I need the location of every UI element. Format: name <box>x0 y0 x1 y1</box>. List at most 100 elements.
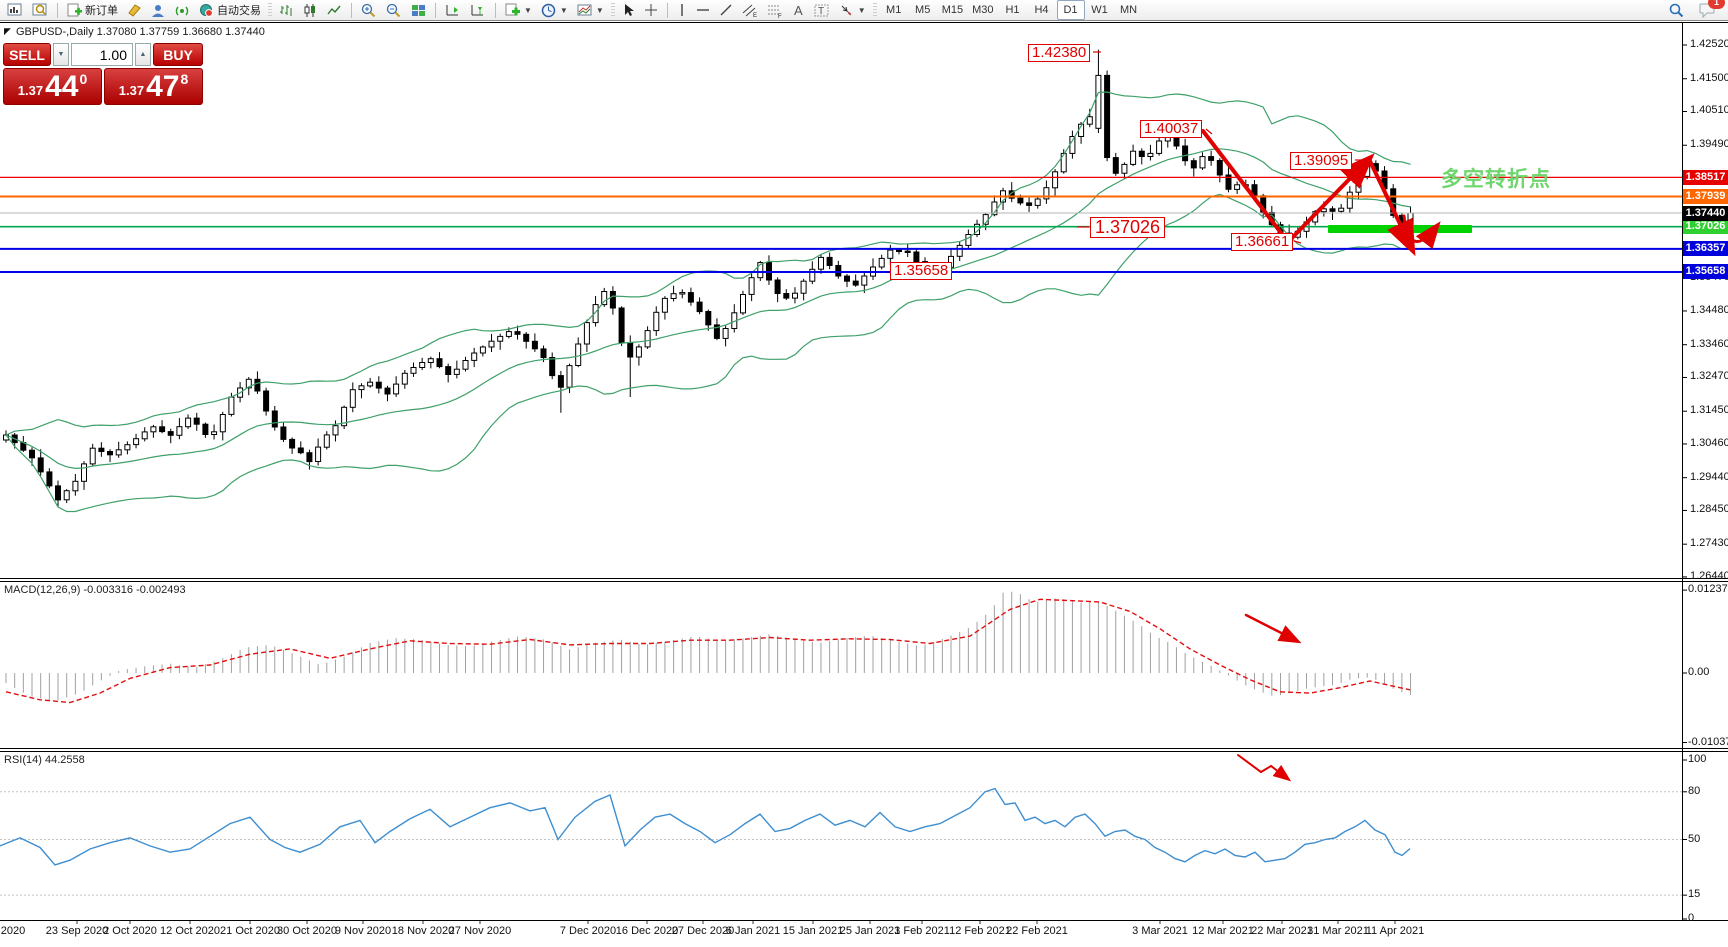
svg-text:A: A <box>794 3 803 17</box>
rsi-level-80: 80 <box>1688 784 1701 797</box>
new-chart-button[interactable] <box>3 0 27 20</box>
volume-increase-button[interactable]: ▲ <box>135 43 151 66</box>
dropdown-caret-icon: ▼ <box>595 5 604 15</box>
text-label-tool[interactable]: T <box>810 0 834 20</box>
signals-icon <box>175 6 189 15</box>
price-annotation-142380[interactable]: 1.42380 <box>1028 44 1091 62</box>
vertical-line-icon <box>681 4 683 16</box>
tile-windows-button[interactable] <box>407 0 430 20</box>
price-tag-1.35658: 1.35658 <box>1683 264 1728 280</box>
volume-input[interactable] <box>71 43 133 66</box>
date-tick: 23 Sep 2020 <box>45 925 109 937</box>
fibonacci-tool[interactable]: F <box>763 0 787 20</box>
indicators-icon <box>505 3 520 15</box>
price-annotation-135658[interactable]: 1.35658 <box>890 262 953 280</box>
price-axis-1.27430: 1.27430 <box>1690 537 1728 550</box>
date-tick: 12 Feb 2021 <box>949 925 1011 937</box>
notification-badge: 1 <box>1708 0 1725 9</box>
zoom-in-button[interactable] <box>357 0 381 20</box>
buy-price-button[interactable]: 1.37 47 8 <box>104 68 203 105</box>
price-axis-1.31450: 1.31450 <box>1690 404 1728 417</box>
sell-price-prefix: 1.37 <box>17 83 44 98</box>
tf-w1[interactable]: W1 <box>1086 0 1114 20</box>
new-order-button[interactable]: 新订单 <box>63 0 122 20</box>
auto-scroll-button[interactable] <box>441 0 465 20</box>
profiles-button[interactable] <box>28 0 52 20</box>
buy-button[interactable]: BUY <box>153 43 203 66</box>
sell-button[interactable]: SELL <box>3 43 51 66</box>
volume-decrease-button[interactable]: ▼ <box>53 43 69 66</box>
price-axis-1.29440: 1.29440 <box>1690 470 1728 483</box>
price-axis-1.34480: 1.34480 <box>1690 303 1728 316</box>
search-button[interactable] <box>1664 0 1689 20</box>
chart-shift-icon <box>471 4 483 15</box>
tf-m30[interactable]: M30 <box>968 0 997 20</box>
date-tick: 30 Oct 2020 <box>277 925 337 937</box>
crosshair-icon <box>644 4 657 16</box>
date-tick: 22 Feb 2021 <box>1006 925 1068 937</box>
arrows-tool[interactable]: ▼ <box>835 0 870 20</box>
date-tick: 21 Oct 2020 <box>220 925 280 937</box>
clock-icon <box>541 3 556 17</box>
pivot-annotation-text[interactable]: 多空转折点 <box>1441 163 1551 193</box>
autotrading-button[interactable]: 自动交易 <box>195 0 265 20</box>
price-axis-1.40510: 1.40510 <box>1690 104 1728 117</box>
buy-price-big: 47 <box>146 70 180 103</box>
price-axis-1.30460: 1.30460 <box>1690 436 1728 449</box>
one-click-trading-panel: SELL ▼ ▲ BUY 1.37 44 0 1.37 47 8 <box>3 43 203 105</box>
periods-button[interactable]: ▼ <box>537 0 572 20</box>
rsi-indicator-label: RSI(14) 44.2558 <box>4 754 85 766</box>
date-tick: 16 Dec 2020 <box>615 925 679 937</box>
metaeditor-button[interactable] <box>123 0 146 20</box>
sell-price-sup: 0 <box>79 71 88 87</box>
trendline-icon <box>720 4 732 16</box>
bar-chart-button[interactable] <box>275 0 298 20</box>
text-icon: A <box>794 3 803 17</box>
date-tick: 27 Nov 2020 <box>448 925 512 937</box>
tf-m1[interactable]: M1 <box>880 0 908 20</box>
window-corner-icon: ◤ <box>4 26 11 36</box>
tf-mn[interactable]: MN <box>1115 0 1143 20</box>
sell-price-button[interactable]: 1.37 44 0 <box>3 68 102 105</box>
channel-tool[interactable]: E <box>738 0 762 20</box>
community-button[interactable] <box>147 0 170 20</box>
price-axis-1.42520: 1.42520 <box>1690 38 1728 50</box>
candlestick-button[interactable] <box>299 0 322 20</box>
chart-canvas[interactable] <box>0 0 1728 947</box>
price-tag-1.36357: 1.36357 <box>1683 241 1728 257</box>
tf-h4[interactable]: H4 <box>1028 0 1056 20</box>
price-axis-1.32470: 1.32470 <box>1690 370 1728 383</box>
chart-shift-button[interactable] <box>466 0 490 20</box>
tf-m5[interactable]: M5 <box>909 0 937 20</box>
zoom-out-button[interactable] <box>382 0 406 20</box>
templates-button[interactable]: ▼ <box>573 0 608 20</box>
price-axis-1.28450: 1.28450 <box>1690 503 1728 516</box>
crosshair-tool[interactable] <box>640 0 662 20</box>
dropdown-caret-icon: ▼ <box>524 5 532 15</box>
price-axis-1.41500: 1.41500 <box>1690 71 1728 84</box>
notifications-button[interactable]: 1 <box>1695 0 1725 20</box>
date-tick: 7 Dec 2020 <box>559 925 617 937</box>
tf-h1[interactable]: H1 <box>999 0 1027 20</box>
price-annotation-136661[interactable]: 1.36661 <box>1231 233 1294 251</box>
buy-price-sup: 8 <box>180 71 189 87</box>
cursor-tool[interactable] <box>618 0 639 20</box>
tf-m15[interactable]: M15 <box>938 0 967 20</box>
price-axis-1.39490: 1.39490 <box>1690 138 1728 151</box>
line-chart-button[interactable] <box>323 0 346 20</box>
price-annotation-140037[interactable]: 1.40037 <box>1140 120 1203 138</box>
date-tick: 25 Jan 2021 <box>839 925 901 937</box>
price-annotation-139095[interactable]: 1.39095 <box>1290 152 1353 170</box>
signals-button[interactable] <box>171 0 194 20</box>
date-tick: 12 Mar 2021 <box>1192 925 1254 937</box>
zoom-in-icon <box>361 3 376 17</box>
trendline-tool[interactable] <box>715 0 737 20</box>
new-order-icon <box>67 3 82 16</box>
tf-d1[interactable]: D1 <box>1056 0 1085 20</box>
horizontal-line-tool[interactable] <box>692 0 714 20</box>
indicators-button[interactable]: ▼ <box>501 0 536 20</box>
vertical-line-tool[interactable] <box>673 0 691 20</box>
price-annotation-137026[interactable]: 1.37026 <box>1090 217 1166 238</box>
search-icon <box>1669 3 1684 18</box>
text-tool[interactable]: A <box>788 0 809 20</box>
